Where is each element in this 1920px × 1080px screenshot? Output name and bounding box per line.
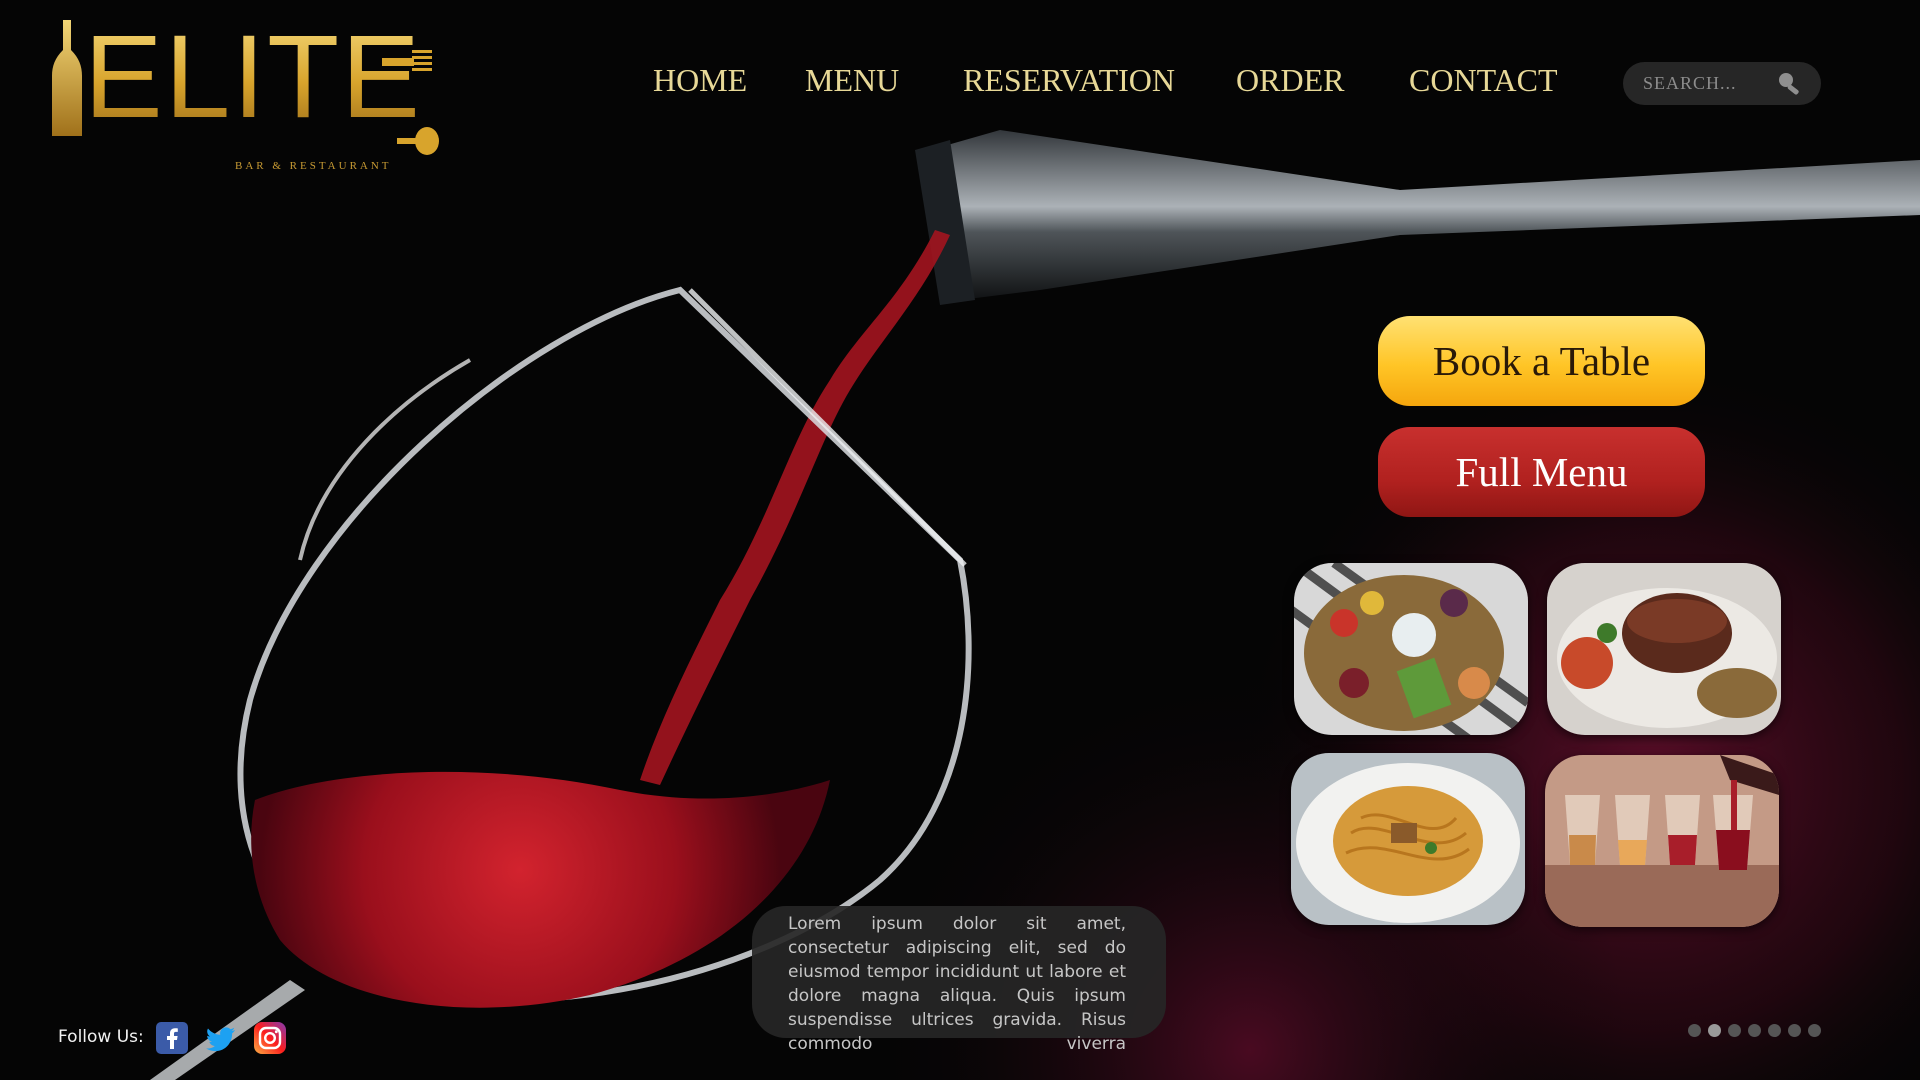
search-input[interactable] <box>1641 72 1775 95</box>
book-table-button[interactable]: Book a Table <box>1378 316 1705 406</box>
gallery-tile-charcuterie[interactable] <box>1294 563 1528 735</box>
spaghetti-image <box>1291 753 1525 925</box>
carousel-dot[interactable] <box>1788 1024 1801 1037</box>
intro-text: Lorem ipsum dolor sit amet, consectetur … <box>788 914 1126 1054</box>
carousel-dot[interactable] <box>1728 1024 1741 1037</box>
nav-home[interactable]: HOME <box>653 62 747 99</box>
twitter-icon[interactable] <box>205 1022 237 1054</box>
search-icon[interactable] <box>1777 71 1803 95</box>
full-menu-button[interactable]: Full Menu <box>1378 427 1705 517</box>
intro-text-box: Lorem ipsum dolor sit amet, consectetur … <box>752 906 1166 1054</box>
brand-tagline: BAR & RESTAURANT <box>235 160 392 172</box>
gallery-tile-wine[interactable] <box>1545 755 1779 927</box>
carousel-dot[interactable] <box>1768 1024 1781 1037</box>
brand-logo[interactable]: ELITE BAR & RESTAURANT <box>52 18 444 172</box>
nav-order[interactable]: ORDER <box>1236 62 1344 99</box>
follow-us-label: Follow Us: <box>58 1027 144 1047</box>
carousel-dot[interactable] <box>1748 1024 1761 1037</box>
carousel-indicator <box>1688 1024 1821 1037</box>
facebook-icon[interactable] <box>156 1022 188 1054</box>
carousel-dot[interactable] <box>1688 1024 1701 1037</box>
nav-menu[interactable]: MENU <box>805 62 899 99</box>
charcuterie-image <box>1294 563 1528 735</box>
spoon-icon <box>397 127 439 155</box>
nav-contact[interactable]: CONTACT <box>1409 62 1558 99</box>
instagram-icon[interactable] <box>254 1022 286 1054</box>
brand-name: ELITE <box>52 18 422 136</box>
carousel-dot[interactable] <box>1808 1024 1821 1037</box>
nav-reservation[interactable]: RESERVATION <box>963 62 1175 99</box>
carousel-dot-active[interactable] <box>1708 1024 1721 1037</box>
fork-icon <box>382 50 432 71</box>
gallery-tile-steak[interactable] <box>1547 563 1781 735</box>
gallery-tile-spaghetti[interactable] <box>1291 753 1525 925</box>
wine-glasses-image <box>1545 755 1779 927</box>
steak-image <box>1547 563 1781 735</box>
search-box <box>1623 62 1821 105</box>
